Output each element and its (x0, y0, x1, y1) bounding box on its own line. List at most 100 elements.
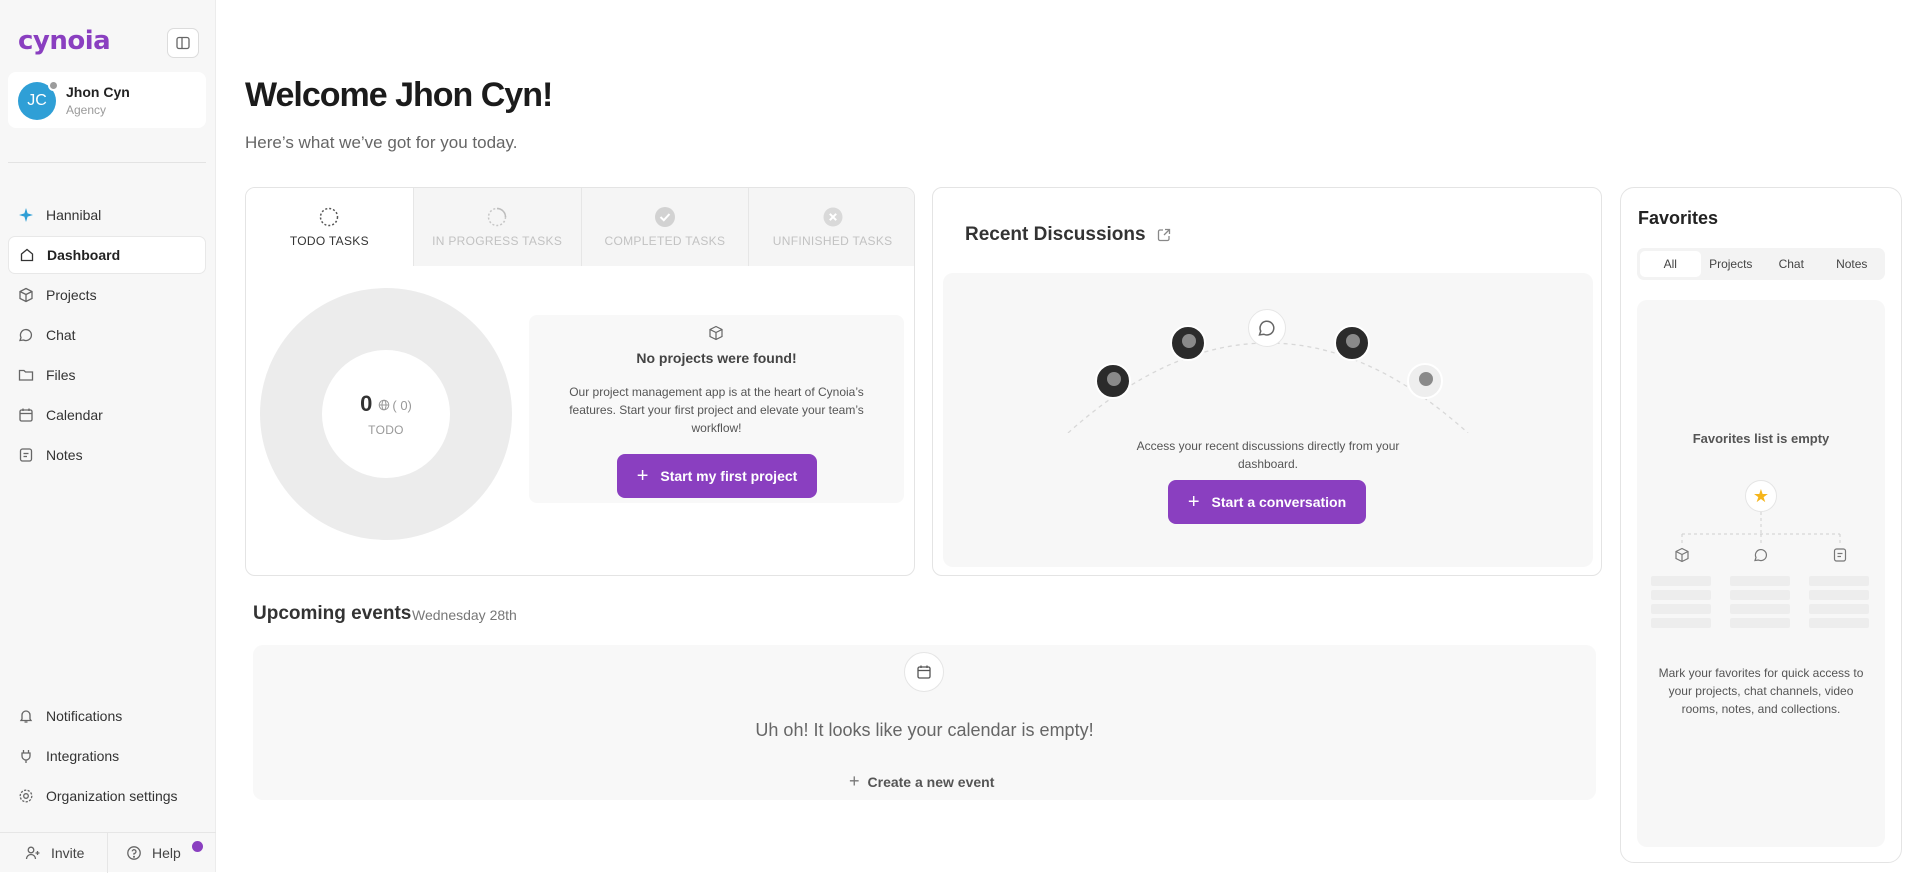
bell-icon (18, 708, 34, 724)
start-conversation-button[interactable]: + Start a conversation (1168, 480, 1366, 524)
help-label: Help (152, 845, 181, 861)
invite-button[interactable]: Invite (25, 833, 84, 873)
events-empty-text: Uh oh! It looks like your calendar is em… (755, 720, 1094, 740)
sparkle-icon (18, 207, 34, 223)
sidebar-item-integrations[interactable]: Integrations (8, 737, 206, 775)
status-indicator (48, 80, 59, 91)
sidebar-item-hannibal[interactable]: Hannibal (8, 196, 206, 234)
discussions-text: Access your recent discussions directly … (1136, 439, 1400, 471)
sidebar-toggle-icon (176, 36, 190, 50)
button-label: Create a new event (867, 773, 995, 790)
start-first-project-button[interactable]: + Start my first project (617, 454, 817, 498)
sidebar-item-calendar[interactable]: Calendar (8, 396, 206, 434)
tab-in-progress-tasks[interactable]: IN PROGRESS TASKS (412, 188, 581, 266)
favorites-panel: Favorites All Projects Chat Notes Favori… (1620, 187, 1902, 863)
box-icon (18, 287, 34, 303)
placeholder-bar (1651, 590, 1711, 600)
placeholder-bar (1651, 618, 1711, 628)
placeholder-bar (1809, 590, 1869, 600)
help-notification-dot (192, 841, 203, 852)
no-projects-card: No projects were found! Our project mana… (529, 315, 904, 503)
discussion-arc (1067, 342, 1469, 433)
placeholder-bar (1730, 604, 1790, 614)
sidebar-item-projects[interactable]: Projects (8, 276, 206, 314)
placeholder-bar (1730, 576, 1790, 586)
sidebar-item-label: Projects (46, 287, 97, 303)
folder-icon (18, 367, 34, 383)
placeholder-bar (1730, 590, 1790, 600)
tab-label: UNFINISHED TASKS (772, 234, 893, 248)
tab-chat[interactable]: Chat (1761, 251, 1822, 277)
tab-label: IN PROGRESS TASKS (432, 234, 563, 248)
sidebar-item-label: Dashboard (47, 247, 121, 263)
sidebar-item-files[interactable]: Files (8, 356, 206, 394)
footer-divider (107, 833, 108, 873)
note-icon (18, 447, 34, 463)
tab-completed-tasks[interactable]: COMPLETED TASKS (580, 188, 749, 266)
sidebar-item-label: Notes (46, 447, 83, 463)
favorites-text: Mark your favorites for quick access to … (1658, 666, 1864, 716)
avatar (1334, 325, 1370, 361)
task-count-value: 0 (360, 391, 373, 416)
chat-icon (1248, 309, 1286, 347)
donut-center: 0 ( 0) TODO (322, 350, 450, 478)
avatar (1170, 325, 1206, 361)
section-title: Recent Discussions (965, 224, 1146, 245)
sidebar-item-label: Hannibal (46, 207, 102, 223)
invite-label: Invite (51, 845, 85, 861)
plus-icon: + (849, 771, 860, 791)
tab-notes[interactable]: Notes (1822, 251, 1883, 277)
plug-icon (18, 748, 34, 764)
recent-discussions-panel: Recent Discussions Access your recent di… (932, 187, 1602, 576)
box-icon (707, 324, 725, 342)
sidebar-item-label: Notifications (46, 708, 123, 724)
sidebar-item-chat[interactable]: Chat (8, 316, 206, 354)
app-logo[interactable]: cynoia (18, 26, 111, 56)
favorites-tabs: All Projects Chat Notes (1637, 248, 1885, 280)
sidebar-item-notes[interactable]: Notes (8, 436, 206, 474)
upcoming-events-date: Wednesday 28th (412, 607, 517, 623)
help-button[interactable]: Help (126, 833, 181, 873)
task-sub-count-value: ( 0) (392, 397, 412, 413)
task-sub-count: ( 0) (378, 398, 412, 413)
sidebar-item-dashboard[interactable]: Dashboard (8, 236, 206, 274)
placeholder-bar (1809, 604, 1869, 614)
sidebar-divider (8, 162, 206, 163)
sidebar-item-notifications[interactable]: Notifications (8, 697, 206, 735)
plus-icon: + (636, 465, 649, 487)
favorites-empty-state: Favorites list is empty ★ Mark your favo… (1637, 300, 1885, 847)
placeholder-bar (1651, 604, 1711, 614)
sidebar-footer: Invite Help (0, 832, 216, 873)
globe-icon (379, 399, 390, 411)
check-circle-icon (654, 206, 676, 228)
create-event-button[interactable]: + Create a new event (849, 771, 994, 792)
note-icon (1831, 546, 1849, 564)
sidebar: cynoia JC Jhon Cyn Agency Hannibal Dashb… (0, 0, 216, 873)
task-tabs: TODO TASKS IN PROGRESS TASKS COMPLETED T… (246, 188, 914, 266)
avatar (1095, 363, 1131, 399)
tab-label: TODO TASKS (289, 234, 369, 248)
chat-icon (1752, 546, 1770, 564)
placeholder-bar (1730, 618, 1790, 628)
sidebar-item-organization-settings[interactable]: Organization settings (8, 777, 206, 815)
favorites-title: Favorites (1638, 208, 1719, 228)
favorites-empty-title: Favorites list is empty (1692, 431, 1830, 446)
tab-unfinished-tasks[interactable]: UNFINISHED TASKS (748, 188, 914, 266)
no-projects-text: Our project management app is at the hea… (569, 385, 864, 435)
tab-all[interactable]: All (1640, 251, 1701, 277)
placeholder-bar (1651, 576, 1711, 586)
page-subtitle: Here’s what we’ve got for you today. (245, 133, 518, 152)
avatar (1407, 363, 1443, 399)
todo-icon (318, 206, 340, 228)
star-icon: ★ (1745, 480, 1777, 512)
recent-discussions-header: Recent Discussions (965, 224, 1172, 246)
user-card[interactable]: JC Jhon Cyn Agency (8, 72, 206, 128)
tab-projects[interactable]: Projects (1701, 251, 1762, 277)
tab-todo-tasks[interactable]: TODO TASKS (246, 188, 413, 266)
plus-icon: + (1187, 491, 1200, 513)
x-circle-icon (822, 206, 844, 228)
user-name: Jhon Cyn (66, 84, 130, 100)
gear-icon (18, 788, 34, 804)
collapse-sidebar-button[interactable] (167, 28, 199, 58)
external-link-icon[interactable] (1156, 227, 1172, 243)
